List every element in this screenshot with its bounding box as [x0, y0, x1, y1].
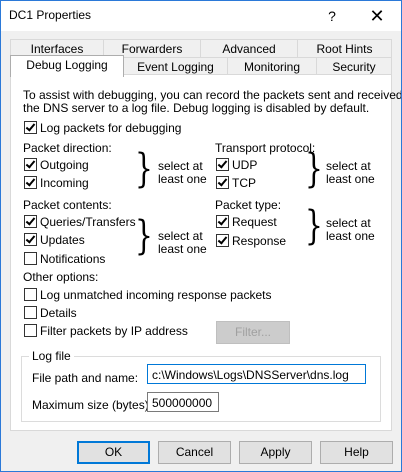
transport-hint-2: least one — [326, 172, 375, 186]
brace-icon: } — [135, 146, 153, 192]
debug-logging-panel: To assist with debugging, you can record… — [10, 74, 401, 431]
checkmark-icon — [217, 176, 228, 187]
updates-checkbox[interactable] — [24, 233, 37, 246]
help-icon[interactable]: ? — [317, 1, 347, 31]
log-packets-label: Log packets for debugging — [40, 121, 182, 135]
log-file-heading: Log file — [29, 349, 74, 363]
details-checkbox[interactable] — [24, 306, 37, 319]
udp-checkbox[interactable] — [216, 158, 229, 171]
tab-advanced[interactable]: Advanced — [200, 39, 298, 58]
details-label: Details — [40, 306, 77, 320]
other-options-heading: Other options: — [23, 270, 99, 284]
notifications-label: Notifications — [40, 252, 106, 266]
filter-packets-label: Filter packets by IP address — [40, 324, 188, 338]
queries-transfers-label: Queries/Transfers — [40, 215, 136, 229]
direction-hint-1: select at — [158, 159, 203, 173]
transport-hint-1: select at — [326, 159, 371, 173]
checkmark-icon — [217, 158, 228, 169]
window-title: DC1 Properties — [9, 8, 92, 22]
request-checkbox[interactable] — [216, 215, 229, 228]
max-size-input[interactable]: 500000000 — [147, 392, 219, 412]
properties-dialog: DC1 Properties ? ✕ Interfaces Forwarders… — [0, 0, 402, 472]
incoming-label: Incoming — [40, 176, 89, 190]
incoming-checkbox[interactable] — [24, 176, 37, 189]
help-button[interactable]: Help — [320, 441, 393, 464]
type-hint-1: select at — [326, 216, 371, 230]
updates-label: Updates — [40, 233, 85, 247]
checkmark-icon — [25, 158, 36, 169]
outgoing-label: Outgoing — [40, 158, 89, 172]
checkmark-icon — [25, 233, 36, 244]
tab-root-hints[interactable]: Root Hints — [297, 39, 392, 58]
log-unmatched-label: Log unmatched incoming response packets — [40, 288, 272, 302]
tcp-label: TCP — [232, 176, 256, 190]
contents-hint-2: least one — [158, 242, 207, 256]
udp-label: UDP — [232, 158, 258, 172]
brace-icon: } — [135, 213, 153, 259]
tcp-checkbox[interactable] — [216, 176, 229, 189]
direction-hint-2: least one — [158, 172, 207, 186]
intro-line-2: the DNS server to a log file. Debug logg… — [23, 101, 370, 115]
cancel-button[interactable]: Cancel — [158, 441, 231, 464]
response-label: Response — [232, 234, 287, 248]
queries-transfers-checkbox[interactable] — [24, 215, 37, 228]
ok-button[interactable]: OK — [77, 441, 150, 464]
intro-line-1: To assist with debugging, you can record… — [23, 88, 402, 102]
packet-direction-heading: Packet direction: — [23, 141, 112, 155]
file-path-label: File path and name: — [32, 371, 139, 385]
contents-hint-1: select at — [158, 229, 203, 243]
file-path-input[interactable]: c:\Windows\Logs\DNSServer\dns.log — [147, 364, 366, 384]
filter-packets-checkbox[interactable] — [24, 324, 37, 337]
transport-protocol-heading: Transport protocol: — [215, 141, 316, 155]
checkmark-icon — [217, 215, 228, 226]
close-icon[interactable]: ✕ — [359, 1, 395, 31]
max-size-label: Maximum size (bytes): — [32, 398, 153, 412]
tab-debug-logging[interactable]: Debug Logging — [10, 55, 124, 77]
brace-icon: } — [305, 146, 323, 192]
request-label: Request — [232, 215, 277, 229]
apply-button[interactable]: Apply — [239, 441, 312, 464]
checkmark-icon — [217, 234, 228, 245]
log-packets-checkbox[interactable] — [24, 121, 37, 134]
notifications-checkbox[interactable] — [24, 252, 37, 265]
type-hint-2: least one — [326, 229, 375, 243]
checkmark-icon — [25, 121, 36, 132]
outgoing-checkbox[interactable] — [24, 158, 37, 171]
log-unmatched-checkbox[interactable] — [24, 288, 37, 301]
filter-button[interactable]: Filter... — [216, 321, 290, 344]
checkmark-icon — [25, 176, 36, 187]
packet-type-heading: Packet type: — [215, 198, 282, 212]
packet-contents-heading: Packet contents: — [23, 198, 112, 212]
response-checkbox[interactable] — [216, 234, 229, 247]
checkmark-icon — [25, 215, 36, 226]
title-bar: DC1 Properties ? ✕ — [1, 1, 401, 31]
brace-icon: } — [305, 203, 323, 249]
